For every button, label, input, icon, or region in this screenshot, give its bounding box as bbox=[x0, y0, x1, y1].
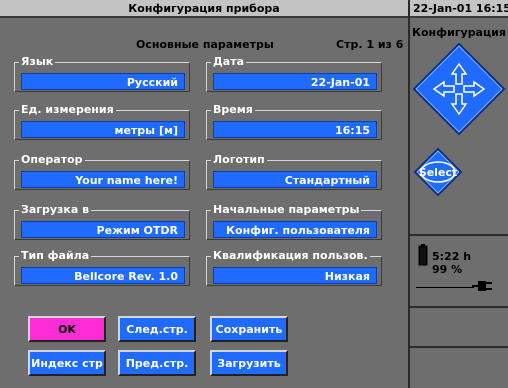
load-button[interactable]: Загрузить bbox=[210, 350, 288, 376]
boot-value[interactable]: Режим OTDR bbox=[21, 221, 185, 238]
prev-page-button[interactable]: Пред.стр. bbox=[118, 350, 196, 376]
battery-percent: 99 % bbox=[432, 263, 463, 276]
startup-field[interactable]: Начальные параметры Конфиг. пользователя bbox=[206, 203, 382, 240]
datetime-display: 22-Jan-01 16:15 bbox=[410, 0, 508, 18]
field-label: Время bbox=[211, 103, 255, 116]
divider bbox=[410, 306, 508, 308]
language-field[interactable]: Язык Русский bbox=[14, 55, 190, 92]
qualification-value[interactable]: Низкая bbox=[213, 267, 377, 284]
qualification-field[interactable]: Квалификация пользов. Низкая bbox=[206, 249, 382, 286]
field-label: Загрузка в bbox=[19, 203, 92, 216]
save-button[interactable]: Сохранить bbox=[210, 316, 288, 342]
divider bbox=[408, 0, 410, 388]
date-field[interactable]: Дата 22-Jan-01 bbox=[206, 55, 382, 92]
select-label: Select bbox=[419, 166, 457, 179]
field-label: Дата bbox=[211, 55, 247, 68]
time-field[interactable]: Время 16:15 bbox=[206, 103, 382, 140]
filetype-value[interactable]: Bellcore Rev. 1.0 bbox=[21, 267, 185, 284]
field-label: Начальные параметры bbox=[211, 203, 362, 216]
field-label: Оператор bbox=[19, 153, 85, 166]
window-title: Конфигурация прибора bbox=[0, 0, 408, 18]
next-page-button[interactable]: След.стр. bbox=[118, 316, 196, 342]
date-value[interactable]: 22-Jan-01 bbox=[213, 73, 377, 90]
field-label: Язык bbox=[19, 55, 56, 68]
filetype-field[interactable]: Тип файла Bellcore Rev. 1.0 bbox=[14, 249, 190, 286]
logo-field[interactable]: Логотип Стандартный bbox=[206, 153, 382, 190]
logo-value[interactable]: Стандартный bbox=[213, 171, 377, 188]
dpad-background bbox=[412, 42, 506, 136]
power-plug-icon bbox=[472, 281, 492, 291]
operator-field[interactable]: Оператор Your name here! bbox=[14, 153, 190, 190]
startup-value[interactable]: Конфиг. пользователя bbox=[213, 221, 377, 238]
time-value[interactable]: 16:15 bbox=[213, 121, 377, 138]
field-label: Логотип bbox=[211, 153, 267, 166]
section-title: Основные параметры bbox=[136, 38, 274, 51]
cable-line bbox=[416, 287, 474, 288]
divider bbox=[410, 234, 508, 236]
field-label: Тип файла bbox=[19, 249, 92, 262]
field-label: Ед. измерения bbox=[19, 103, 116, 116]
units-field[interactable]: Ед. измерения метры [м] bbox=[14, 103, 190, 140]
language-value[interactable]: Русский bbox=[21, 73, 185, 90]
select-button[interactable]: Select bbox=[414, 148, 462, 196]
operator-value[interactable]: Your name here! bbox=[21, 171, 185, 188]
battery-time: 5:22 h bbox=[432, 250, 472, 263]
side-panel-title: Конфигурация bbox=[412, 26, 506, 39]
direction-pad[interactable] bbox=[412, 42, 506, 136]
battery-icon bbox=[418, 244, 428, 266]
divider bbox=[410, 346, 508, 348]
index-page-button[interactable]: Индекс стр bbox=[28, 350, 106, 376]
field-label: Квалификация пользов. bbox=[211, 249, 370, 262]
page-indicator: Стр. 1 из 6 bbox=[336, 38, 404, 51]
ok-button[interactable]: OK bbox=[28, 316, 106, 342]
boot-field[interactable]: Загрузка в Режим OTDR bbox=[14, 203, 190, 240]
units-value[interactable]: метры [м] bbox=[21, 121, 185, 138]
main-panel: Основные параметры Стр. 1 из 6 Язык Русс… bbox=[0, 20, 408, 388]
